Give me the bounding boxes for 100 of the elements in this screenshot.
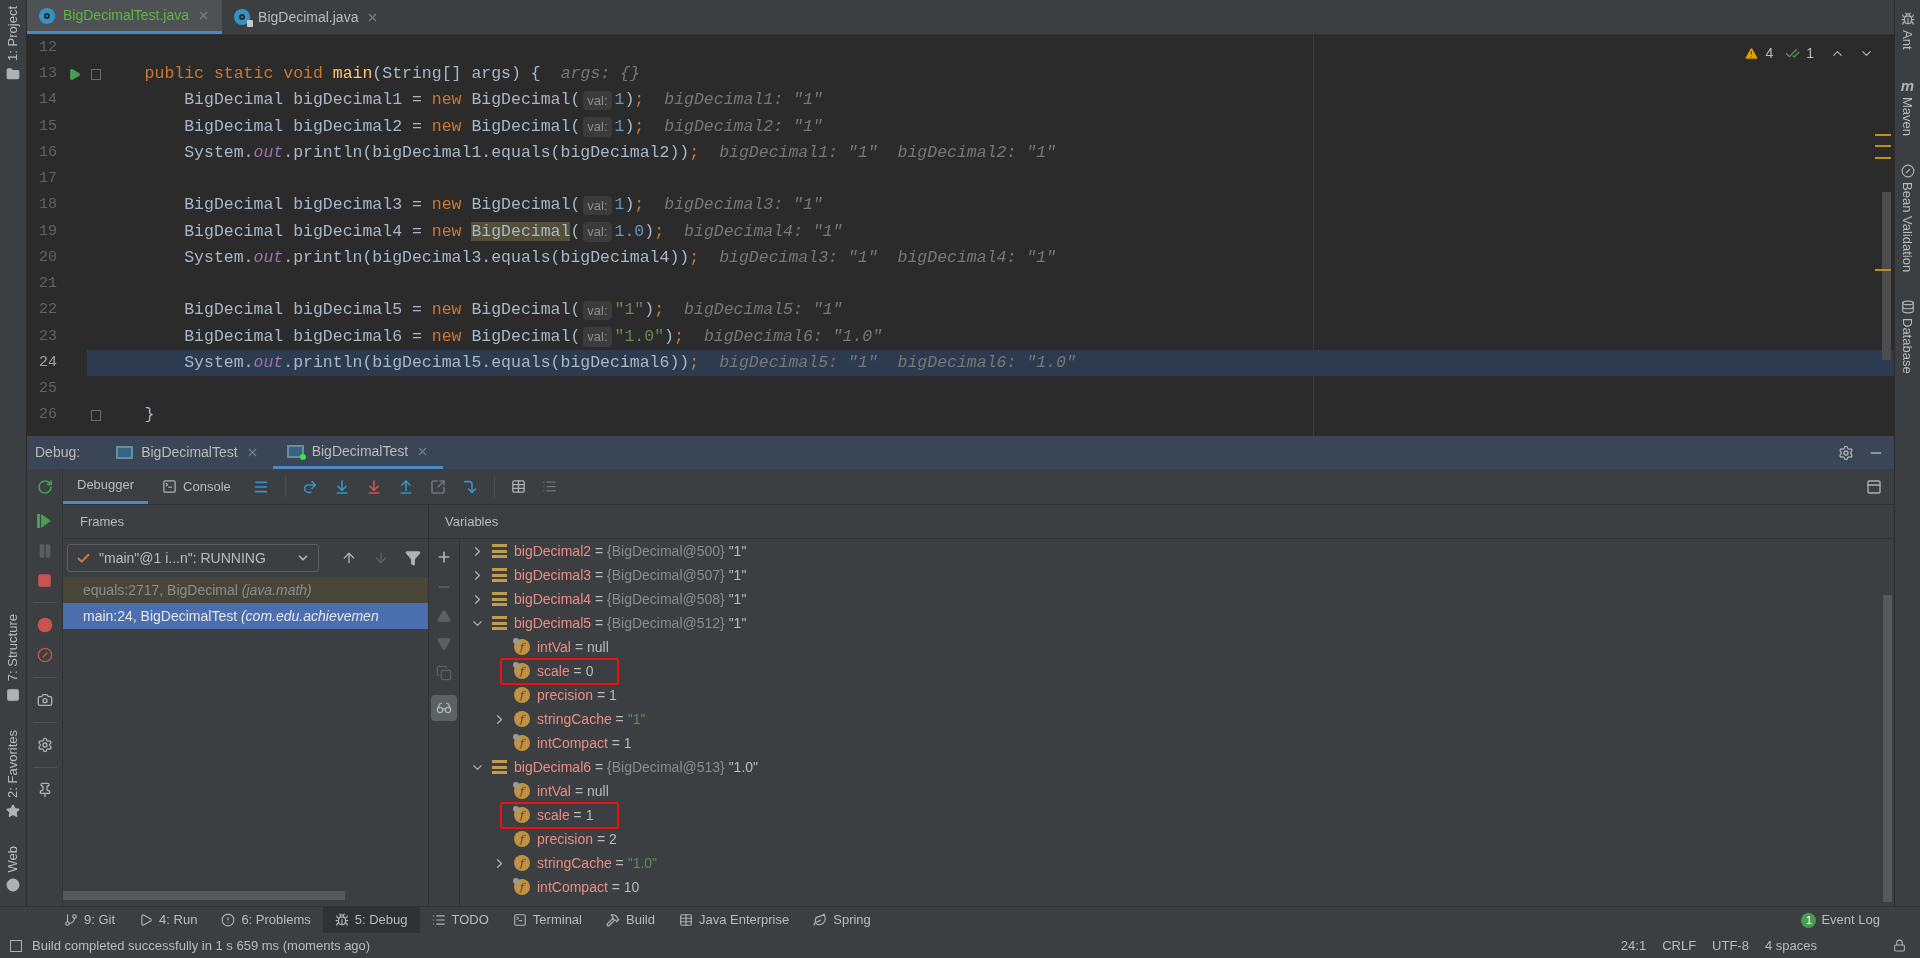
tool-window-tab[interactable]: Bean Validation: [1897, 181, 1918, 272]
indent-setting[interactable]: 4 spaces: [1764, 935, 1817, 956]
line-number: 19: [38, 221, 57, 242]
settings-icon[interactable]: [1838, 444, 1854, 461]
line-number: 26: [38, 405, 57, 426]
scrollbar[interactable]: [1882, 192, 1891, 360]
variable-label[interactable]: bigDecimal4 = {BigDecimal@508} "1": [514, 588, 747, 610]
tool-window-button[interactable]: Spring: [801, 907, 883, 933]
code-text: 1);: [614, 194, 645, 217]
fold-marker-icon[interactable]: [91, 68, 101, 80]
caret-position[interactable]: 24:1: [1620, 935, 1647, 956]
tool-window-button[interactable]: Build: [594, 907, 667, 933]
warning-count[interactable]: 4: [1765, 43, 1774, 64]
hammer-icon: [606, 913, 620, 927]
variable-label[interactable]: bigDecimal5 = {BigDecimal@512} "1": [514, 612, 747, 634]
list-icon[interactable]: [541, 479, 557, 494]
tool-window-button[interactable]: 5: Debug: [322, 907, 420, 933]
settings-icon[interactable]: [36, 737, 53, 753]
tool-window-tab[interactable]: Database: [1897, 317, 1918, 374]
inline-value-hint: args: {}: [560, 63, 640, 85]
tool-window-tab[interactable]: 1: Project: [3, 6, 23, 61]
move-down-icon[interactable]: [437, 637, 451, 651]
tool-window-button[interactable]: 9: Git: [52, 907, 128, 933]
tool-window-button[interactable]: Terminal: [500, 907, 594, 933]
tool-window-tab[interactable]: 2: Favorites: [3, 729, 23, 798]
alert-icon: [221, 913, 236, 927]
tool-window-tab[interactable]: 7: Structure: [3, 614, 23, 682]
glasses-icon: [436, 700, 452, 716]
tool-window-button[interactable]: Java Enterprise: [666, 907, 802, 933]
filter-icon[interactable]: [405, 550, 421, 566]
editor-tab[interactable]: BigDecimal.java: [222, 0, 392, 34]
tool-window-tab[interactable]: Web: [3, 845, 23, 872]
variable-label[interactable]: stringCache = "1.0": [537, 852, 658, 874]
add-icon[interactable]: [436, 549, 452, 565]
debug-label: Debug:: [35, 443, 82, 462]
event-log-button[interactable]: 1 Event Log: [1801, 907, 1880, 933]
variable-label[interactable]: intVal = null: [537, 780, 609, 802]
terminal-icon: [512, 913, 527, 927]
session-tab[interactable]: BigDecimalTest: [272, 436, 444, 469]
object-stack-icon: [492, 616, 507, 630]
camera-icon[interactable]: [36, 692, 53, 708]
line-number: 20: [38, 247, 57, 268]
view-tab[interactable]: Debugger: [63, 469, 149, 504]
rerun-icon[interactable]: [36, 479, 53, 495]
variable-label[interactable]: precision = 2: [537, 828, 617, 850]
breakpoints-icon[interactable]: [36, 617, 53, 633]
line-separator[interactable]: CRLF: [1662, 935, 1697, 956]
variable-label[interactable]: bigDecimal3 = {BigDecimal@507} "1": [514, 564, 747, 586]
stop-icon[interactable]: [37, 573, 52, 588]
drop-frame-icon[interactable]: [429, 478, 446, 495]
line-number: 24: [38, 352, 57, 373]
variable-label[interactable]: scale = 1: [537, 804, 594, 826]
scrollbar[interactable]: [1883, 595, 1892, 902]
layout-icon[interactable]: [1866, 478, 1882, 495]
tool-window-button[interactable]: 4: Run: [127, 907, 210, 933]
tool-window-button[interactable]: 6: Problems: [209, 907, 323, 933]
stack-frame[interactable]: main:24, BigDecimalTest (com.edu.achievemen: [63, 603, 428, 629]
variable-label[interactable]: scale = 0: [537, 660, 594, 682]
variable-label[interactable]: precision = 1: [537, 684, 617, 706]
stack-frame[interactable]: equals:2717, BigDecimal (java.math): [63, 577, 428, 603]
tool-window-button[interactable]: TODO: [419, 907, 501, 933]
inline-value-hint: bigDecimal3: "1": [719, 246, 878, 269]
line-number: 17: [38, 169, 57, 190]
line-number: 22: [38, 300, 57, 321]
lock-icon[interactable]: [1893, 939, 1906, 952]
copy-icon[interactable]: [436, 665, 452, 681]
scrollbar[interactable]: [63, 891, 345, 900]
field-icon: f: [514, 855, 530, 871]
editor-tab[interactable]: BigDecimalTest.java: [27, 0, 223, 34]
field-icon: f: [514, 687, 530, 703]
code-text: System.out.println(bigDecimal1.equals(bigDecimal2));: [183, 141, 700, 164]
fold-marker-icon[interactable]: [91, 410, 101, 422]
move-up-icon[interactable]: [437, 609, 451, 623]
table-icon[interactable]: [510, 479, 526, 494]
run-icon[interactable]: [67, 67, 81, 81]
variable-label[interactable]: stringCache = "1": [537, 708, 646, 730]
code-text: public static void main(String[] args) {: [143, 63, 541, 85]
variable-label[interactable]: intCompact = 1: [537, 732, 632, 754]
glasses-button[interactable]: [431, 695, 457, 721]
weak-warning-count[interactable]: 1: [1806, 43, 1814, 64]
variable-label[interactable]: bigDecimal2 = {BigDecimal@500} "1": [514, 540, 747, 562]
mute-breakpoints-icon[interactable]: [36, 647, 53, 663]
thread-dropdown[interactable]: "main"@1 i...n": RUNNING: [67, 544, 319, 572]
file-encoding[interactable]: UTF-8: [1712, 935, 1749, 956]
code-text: 1.0);: [614, 220, 665, 243]
variable-label[interactable]: intVal = null: [537, 636, 609, 658]
inline-value-hint: bigDecimal6: "1.0": [703, 325, 883, 348]
tool-window-tab[interactable]: Ant: [1897, 30, 1918, 50]
session-tab[interactable]: BigDecimalTest: [102, 436, 273, 469]
variable-label[interactable]: bigDecimal6 = {BigDecimal@513} "1.0": [514, 756, 759, 778]
step-over-icon[interactable]: [301, 478, 318, 495]
code-text: 1);: [614, 115, 645, 138]
run-to-cursor-icon[interactable]: [461, 478, 478, 495]
maven-glyph: m: [1900, 77, 1915, 93]
view-tab[interactable]: Console: [148, 469, 245, 504]
inline-value-hint: bigDecimal5: "1": [684, 299, 843, 322]
panel-toggle-icon[interactable]: [10, 939, 22, 952]
line-number: 23: [38, 326, 57, 347]
variable-label[interactable]: intCompact = 10: [537, 876, 640, 898]
tool-window-tab[interactable]: Maven: [1897, 96, 1918, 136]
